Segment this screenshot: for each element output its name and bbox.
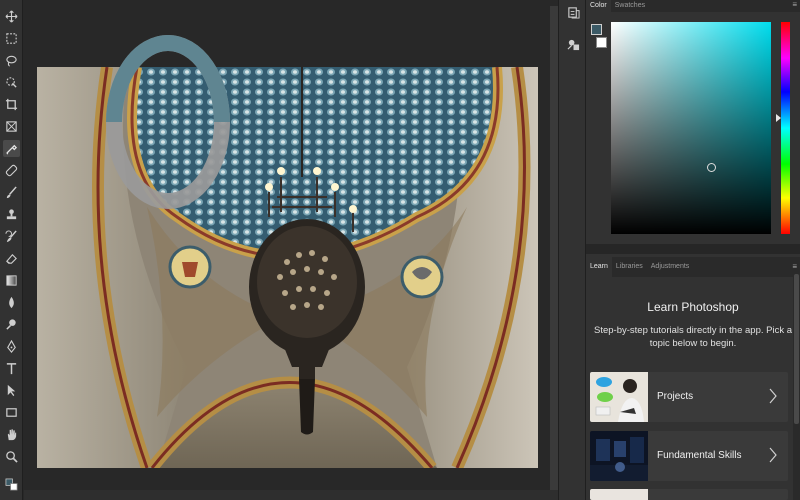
projects-thumbnail	[590, 372, 648, 422]
learn-panel-scrollbar-thumb[interactable]	[794, 274, 799, 424]
hue-slider[interactable]	[781, 22, 790, 234]
move-icon[interactable]	[3, 8, 20, 25]
partial-card-thumbnail	[590, 489, 648, 500]
history-brush-icon[interactable]	[3, 228, 20, 245]
learn-panel-description: Step-by-step tutorials directly in the a…	[594, 325, 793, 349]
learn-card-projects[interactable]: Projects	[590, 372, 788, 422]
fg-bg-swatch-icon[interactable]	[3, 476, 20, 493]
color-picker-cursor[interactable]	[707, 163, 716, 172]
document-tab-strip	[24, 0, 558, 6]
quick-select-icon[interactable]	[3, 74, 20, 91]
fundamental-skills-thumbnail	[590, 431, 648, 481]
tab-swatches[interactable]: Swatches	[611, 0, 649, 12]
color-panel-menu-icon[interactable]: ≡	[792, 0, 797, 9]
hand-icon[interactable]	[3, 426, 20, 443]
eraser-icon[interactable]	[3, 250, 20, 267]
healing-icon[interactable]	[3, 162, 20, 179]
canvas-status-bar	[24, 490, 558, 500]
tab-learn[interactable]: Learn	[586, 257, 612, 277]
collapsed-panels-strip	[558, 0, 586, 500]
blur-icon[interactable]	[3, 294, 20, 311]
learn-card-partial[interactable]	[590, 489, 788, 500]
learn-panel-title: Learn Photoshop	[647, 300, 739, 314]
path-select-icon[interactable]	[3, 382, 20, 399]
color-saturation-field[interactable]	[611, 22, 771, 234]
eyedropper-icon[interactable]	[3, 140, 20, 157]
tools-toolbar	[0, 0, 23, 500]
rectangle-icon[interactable]	[3, 404, 20, 421]
right-panel-dock: Color Swatches ≡ Learn Libraries Adjustm…	[586, 0, 800, 500]
color-panel-tabs: Color Swatches	[586, 0, 800, 12]
learn-card-label: Fundamental Skills	[657, 450, 742, 461]
chevron-right-icon	[769, 388, 777, 404]
marquee-icon[interactable]	[3, 30, 20, 47]
hue-slider-marker-icon[interactable]	[776, 114, 781, 122]
stamp-icon[interactable]	[3, 206, 20, 223]
photoshop-window: Color Swatches ≡ Learn Libraries Adjustm…	[0, 0, 800, 500]
type-icon[interactable]	[3, 360, 20, 377]
properties-panel-icon[interactable]	[565, 36, 581, 52]
dodge-icon[interactable]	[3, 316, 20, 333]
panel-divider	[586, 244, 800, 254]
learn-panel-tabs: Learn Libraries Adjustments	[586, 257, 800, 277]
frame-icon[interactable]	[3, 118, 20, 135]
lasso-icon[interactable]	[3, 52, 20, 69]
brush-icon[interactable]	[3, 184, 20, 201]
tab-libraries[interactable]: Libraries	[612, 257, 647, 277]
chevron-right-icon	[769, 447, 777, 463]
learn-panel-scrollbar[interactable]	[793, 270, 800, 500]
background-color-swatch[interactable]	[596, 37, 607, 48]
canvas-vertical-scrollbar[interactable]	[550, 6, 558, 500]
foreground-color-swatch[interactable]	[591, 24, 602, 35]
gradient-icon[interactable]	[3, 272, 20, 289]
history-panel-icon[interactable]	[565, 4, 581, 20]
learn-card-fundamental-skills[interactable]: Fundamental Skills	[590, 431, 788, 481]
canvas-area[interactable]	[24, 0, 558, 500]
pen-icon[interactable]	[3, 338, 20, 355]
learn-card-label: Projects	[657, 391, 694, 402]
tab-color[interactable]: Color	[586, 0, 611, 12]
crop-icon[interactable]	[3, 96, 20, 113]
zoom-icon[interactable]	[3, 448, 20, 465]
loading-progress-ring	[102, 27, 234, 217]
tab-adjustments[interactable]: Adjustments	[647, 257, 694, 277]
